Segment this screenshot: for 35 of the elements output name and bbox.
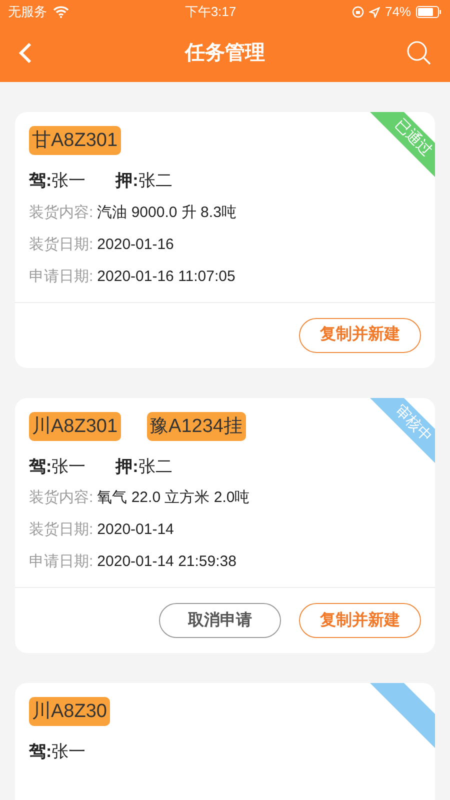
plate-tag: 甘A8Z301	[29, 126, 121, 155]
action-button[interactable]: 取消申请	[159, 603, 281, 638]
page-title: 任务管理	[185, 41, 265, 66]
field-label: 申请日期:	[29, 266, 94, 286]
field-label: 申请日期:	[29, 552, 94, 572]
carrier-text: 无服务	[8, 3, 47, 22]
field-label: 装货内容:	[29, 488, 94, 508]
field-value: 2020-01-16	[97, 234, 174, 254]
driver-text: 驾:张一	[29, 170, 86, 192]
clock-text: 下午3:17	[184, 3, 236, 22]
field-value: 汽油 9000.0 升 8.3吨	[97, 202, 236, 222]
battery-text: 74%	[384, 3, 411, 22]
back-icon	[18, 42, 32, 64]
rotation-lock-icon	[352, 6, 364, 18]
escort-text: 押:张二	[116, 170, 172, 192]
task-card[interactable]: 审核中 川A8Z301 豫A1234挂 驾:张一 押:张二 装货内容: 氧气 22.0 立方米 2.0吨 装货日期: 2020-01-14 申请日期: 2020-01-14 21:59:38 取消申请 复制并新建	[15, 398, 435, 653]
battery-icon	[416, 6, 442, 18]
field-value: 氧气 22.0 立方米 2.0吨	[97, 488, 250, 508]
field-label: 装货日期:	[29, 520, 94, 540]
driver-text: 驾:张一	[29, 741, 86, 763]
plate-tag: 川A8Z301	[29, 412, 121, 440]
task-card[interactable]: 已通过 甘A8Z301 驾:张一 押:张二 装货内容: 汽油 9000.0 升 8.3吨 装货日期: 2020-01-16 申请日期: 2020-01-16 11:07:05 复制并新建	[15, 112, 435, 368]
field-value: 2020-01-16 11:07:05	[97, 266, 236, 286]
wifi-icon	[53, 6, 69, 18]
field-value: 2020-01-14	[97, 520, 174, 540]
escort-text: 押:张二	[116, 456, 172, 478]
field-label: 装货日期:	[29, 234, 94, 254]
task-card[interactable]: 川A8Z30 驾:张一	[15, 683, 435, 800]
plate-tag: 川A8Z30	[29, 697, 110, 726]
plate-tag: 豫A1234挂	[146, 412, 246, 440]
field-label: 装货内容:	[29, 202, 94, 222]
field-value: 2020-01-14 21:59:38	[97, 552, 236, 572]
driver-text: 驾:张一	[29, 456, 86, 478]
location-icon	[368, 6, 380, 18]
search-icon	[406, 40, 432, 66]
